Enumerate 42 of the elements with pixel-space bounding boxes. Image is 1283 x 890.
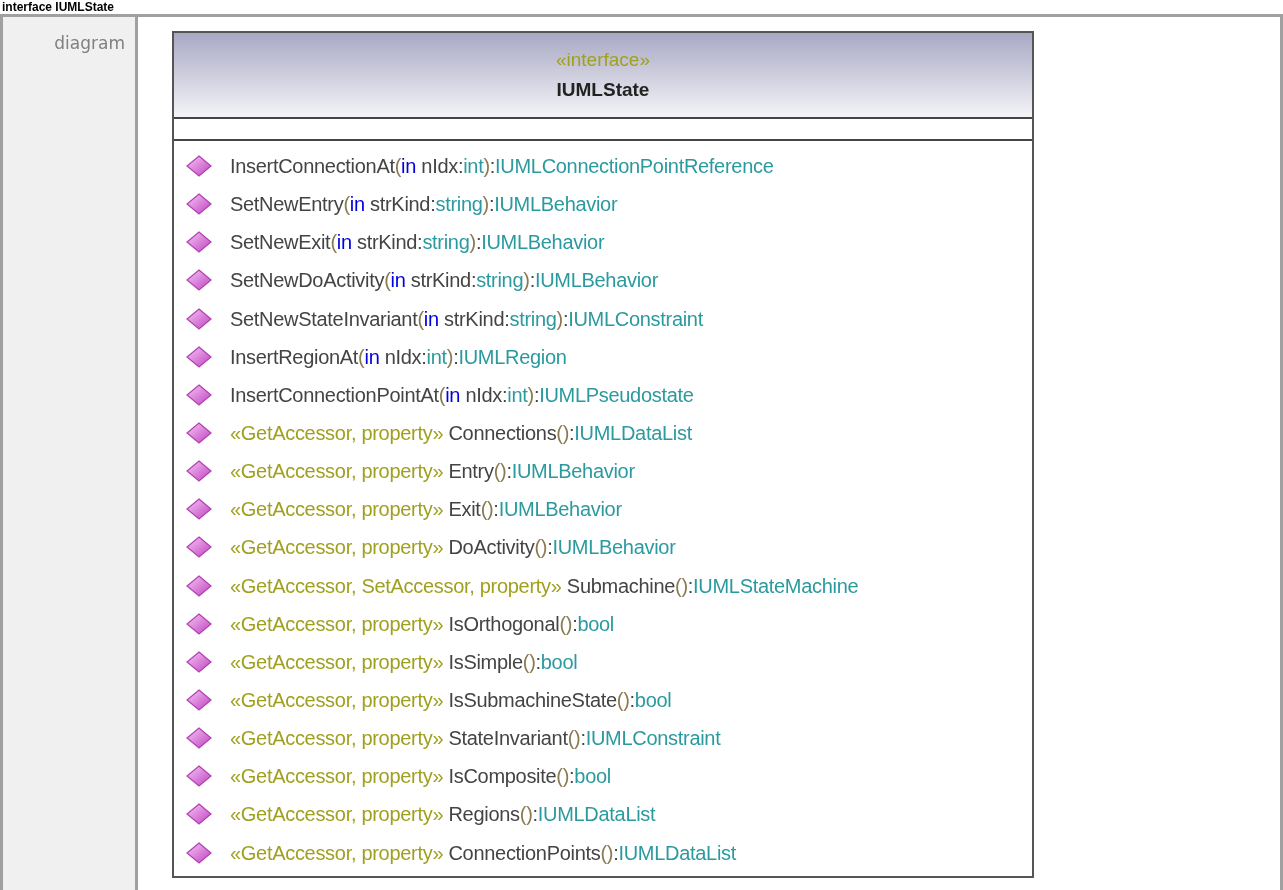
operation-signature: «GetAccessor, property» Exit():IUMLBehavior [230, 497, 622, 523]
operation-signature: «GetAccessor, SetAccessor, property» Submachine():IUMLStateMachine [230, 573, 859, 599]
method-icon [186, 727, 212, 750]
method-icon [186, 345, 212, 368]
operation-signature: «GetAccessor, property» StateInvariant():IUMLConstraint [230, 726, 721, 752]
method-icon [186, 689, 212, 712]
operation-signature: SetNewDoActivity(in strKind:string):IUMLBehavior [230, 268, 659, 294]
method-icon [186, 383, 212, 406]
method-icon [186, 460, 212, 483]
method-icon [186, 498, 212, 521]
method-icon [186, 574, 212, 597]
operation-signature: «GetAccessor, property» IsOrthogonal():bool [230, 611, 614, 637]
operation-signature: «GetAccessor, property» Connections():IUMLDataList [230, 421, 692, 447]
operation-signature: SetNewStateInvariant(in strKind:string):IUMLConstraint [230, 306, 703, 332]
method-icon [186, 193, 212, 216]
method-icon [186, 307, 212, 330]
method-icon [186, 650, 212, 673]
method-icon [186, 612, 212, 635]
class-name: IUMLState [556, 78, 650, 102]
operation-signature: InsertConnectionAt(in nIdx:int):IUMLConnectionPointReference [230, 154, 774, 180]
operation-signature: «GetAccessor, property» IsSubmachineState():bool [230, 688, 672, 714]
operation-signature: «GetAccessor, property» Regions():IUMLDataList [230, 802, 656, 828]
method-icon [186, 269, 212, 292]
method-icon [186, 536, 212, 559]
operation-signature: InsertConnectionPointAt(in nIdx:int):IUMLPseudostate [230, 382, 694, 408]
row-label: diagram [54, 33, 125, 53]
operation-signature: «GetAccessor, property» Entry():IUMLBehavior [230, 459, 635, 485]
method-icon [186, 422, 212, 445]
operation-signature: SetNewEntry(in strKind:string):IUMLBehavior [230, 192, 618, 218]
operation-signature: «GetAccessor, property» ConnectionPoints():IUMLDataList [230, 840, 736, 866]
method-icon [186, 231, 212, 254]
operation-signature: InsertRegionAt(in nIdx:int):IUMLRegion [230, 344, 567, 370]
page-heading: interface IUMLState [2, 0, 116, 14]
operation-signature: «GetAccessor, property» IsSimple():bool [230, 649, 578, 675]
operation-signature: «GetAccessor, property» DoActivity():IUMLBehavior [230, 535, 676, 561]
method-icon [186, 803, 212, 826]
method-icon [186, 765, 212, 788]
operation-signature: «GetAccessor, property» IsComposite():bool [230, 764, 611, 790]
stereotype-label: «interface» [556, 47, 650, 72]
method-icon [186, 841, 212, 864]
method-icon [186, 155, 212, 178]
operation-signature: SetNewExit(in strKind:string):IUMLBehavior [230, 230, 605, 256]
